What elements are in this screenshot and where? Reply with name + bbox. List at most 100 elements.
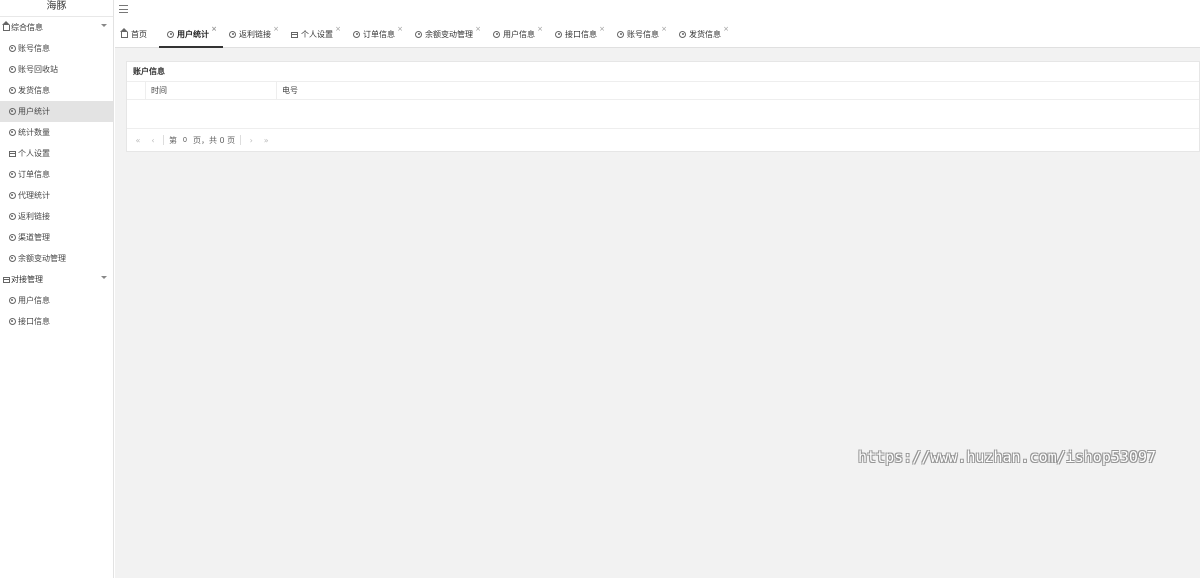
column-header-phone[interactable]: 电号 xyxy=(277,82,1199,99)
tab[interactable]: 接口信息 × xyxy=(555,22,605,48)
table-icon xyxy=(8,150,16,158)
sidebar-item-label: 账号信息 xyxy=(18,44,50,53)
sidebar-nav: 综合信息账号信息账号回收站发货信息用户统计统计数量个人设置订单信息代理统计返利链… xyxy=(0,17,113,332)
watermark-text: https://www.huzhan.com/ishop53097 xyxy=(858,448,1157,466)
table-header: 时间 电号 xyxy=(127,82,1199,100)
main-content: 账户信息 时间 电号 « ‹ 第 页，共 0 页 › » xyxy=(115,48,1200,578)
sidebar-item[interactable]: 统计数量 xyxy=(0,122,113,143)
sidebar-item[interactable]: 账号回收站 xyxy=(0,59,113,80)
tab-label: 用户统计 xyxy=(177,30,209,39)
page-prefix-label: 第 xyxy=(169,135,177,145)
user-circle-icon xyxy=(679,31,687,38)
tab-label: 订单信息 xyxy=(363,30,395,39)
caret-down-icon xyxy=(101,24,107,27)
tab[interactable]: 订单信息 × xyxy=(353,22,403,48)
column-header-time[interactable]: 时间 xyxy=(146,82,277,99)
tab[interactable]: 个人设置 × xyxy=(291,22,341,48)
sidebar-item-label: 用户信息 xyxy=(18,296,50,305)
user-circle-icon xyxy=(229,31,237,38)
close-tab-icon[interactable]: × xyxy=(475,25,481,33)
sidebar-item[interactable]: 返利链接 xyxy=(0,206,113,227)
user-circle-icon xyxy=(8,318,16,326)
sidebar-item[interactable]: 渠道管理 xyxy=(0,227,113,248)
top-bar xyxy=(115,0,1200,22)
sidebar-item[interactable]: 订单信息 xyxy=(0,164,113,185)
close-tab-icon[interactable]: × xyxy=(599,25,605,33)
user-circle-icon xyxy=(493,31,501,38)
sidebar-item-label: 账号回收站 xyxy=(18,65,58,74)
sidebar-item-label: 代理统计 xyxy=(18,191,50,200)
sidebar-group[interactable]: 对接管理 xyxy=(0,269,113,290)
user-circle-icon xyxy=(8,108,16,116)
last-page-button[interactable]: » xyxy=(261,136,271,145)
close-tab-icon[interactable]: × xyxy=(537,25,543,33)
user-circle-icon xyxy=(8,234,16,242)
user-circle-icon xyxy=(555,31,563,38)
sidebar-item[interactable]: 余额变动管理 xyxy=(0,248,113,269)
sidebar-group[interactable]: 综合信息 xyxy=(0,17,113,38)
sidebar-item-label: 接口信息 xyxy=(18,317,50,326)
pager-divider xyxy=(163,135,164,145)
sidebar-item-label: 统计数量 xyxy=(18,128,50,137)
table-icon xyxy=(291,31,299,38)
tab-label: 用户信息 xyxy=(503,30,535,39)
sidebar-item[interactable]: 账号信息 xyxy=(0,38,113,59)
user-circle-icon xyxy=(8,297,16,305)
sidebar-item[interactable]: 用户统计 xyxy=(0,101,113,122)
tab-label: 返利链接 xyxy=(239,30,271,39)
tab-label: 余额变动管理 xyxy=(425,30,473,39)
tab[interactable]: 返利链接 × xyxy=(229,22,279,48)
sidebar-item-label: 个人设置 xyxy=(18,149,50,158)
close-tab-icon[interactable]: × xyxy=(273,25,279,33)
user-circle-icon xyxy=(617,31,625,38)
sidebar: 海豚 综合信息账号信息账号回收站发货信息用户统计统计数量个人设置订单信息代理统计… xyxy=(0,0,114,578)
sidebar-item-label: 发货信息 xyxy=(18,86,50,95)
user-circle-icon xyxy=(8,192,16,200)
close-tab-icon[interactable]: × xyxy=(335,25,341,33)
user-circle-icon xyxy=(8,213,16,221)
tab[interactable]: 用户信息 × xyxy=(493,22,543,48)
table-icon xyxy=(2,276,10,283)
sidebar-item[interactable]: 个人设置 xyxy=(0,143,113,164)
sidebar-item[interactable]: 接口信息 xyxy=(0,311,113,332)
sidebar-item-label: 订单信息 xyxy=(18,170,50,179)
tab-label: 发货信息 xyxy=(689,30,721,39)
tab-bar: 首页 用户统计 × 返利链接 × 个人设置 × 订单信息 × 余额变动管理 × 用户信息 × 接口信息 × 账… xyxy=(115,22,1200,48)
pager-divider xyxy=(240,135,242,145)
tab-label: 首页 xyxy=(131,30,147,39)
tab[interactable]: 用户统计 × xyxy=(159,22,223,48)
sidebar-group-label: 对接管理 xyxy=(11,275,43,284)
close-tab-icon[interactable]: × xyxy=(211,25,217,33)
close-tab-icon[interactable]: × xyxy=(661,25,667,33)
tab[interactable]: 首页 xyxy=(120,22,155,48)
first-page-button[interactable]: « xyxy=(133,136,143,145)
user-circle-icon xyxy=(353,31,361,38)
tab[interactable]: 账号信息 × xyxy=(617,22,667,48)
prev-page-button[interactable]: ‹ xyxy=(148,136,158,145)
tab-label: 接口信息 xyxy=(565,30,597,39)
tab[interactable]: 发货信息 × xyxy=(679,22,729,48)
close-tab-icon[interactable]: × xyxy=(723,25,729,33)
close-tab-icon[interactable]: × xyxy=(397,25,403,33)
page-number-input[interactable] xyxy=(179,134,191,146)
tab-label: 个人设置 xyxy=(301,30,333,39)
panel-title: 账户信息 xyxy=(127,62,1199,82)
sidebar-item[interactable]: 用户信息 xyxy=(0,290,113,311)
pagination: « ‹ 第 页，共 0 页 › » xyxy=(127,129,1199,151)
menu-toggle-icon[interactable] xyxy=(119,5,128,13)
user-circle-icon xyxy=(167,31,175,38)
sidebar-item-label: 余额变动管理 xyxy=(18,254,66,263)
table-checkbox-column xyxy=(127,82,146,99)
user-circle-icon xyxy=(8,129,16,137)
home-icon xyxy=(120,27,129,38)
app-logo: 海豚 xyxy=(0,0,113,17)
page-suffix-label: 页，共 0 页 xyxy=(193,135,236,145)
user-circle-icon xyxy=(8,66,16,74)
tab[interactable]: 余额变动管理 × xyxy=(415,22,481,48)
user-circle-icon xyxy=(8,45,16,53)
sidebar-item-label: 用户统计 xyxy=(18,107,50,116)
next-page-button[interactable]: › xyxy=(246,136,256,145)
sidebar-item[interactable]: 发货信息 xyxy=(0,80,113,101)
sidebar-item[interactable]: 代理统计 xyxy=(0,185,113,206)
user-circle-icon xyxy=(415,31,423,38)
